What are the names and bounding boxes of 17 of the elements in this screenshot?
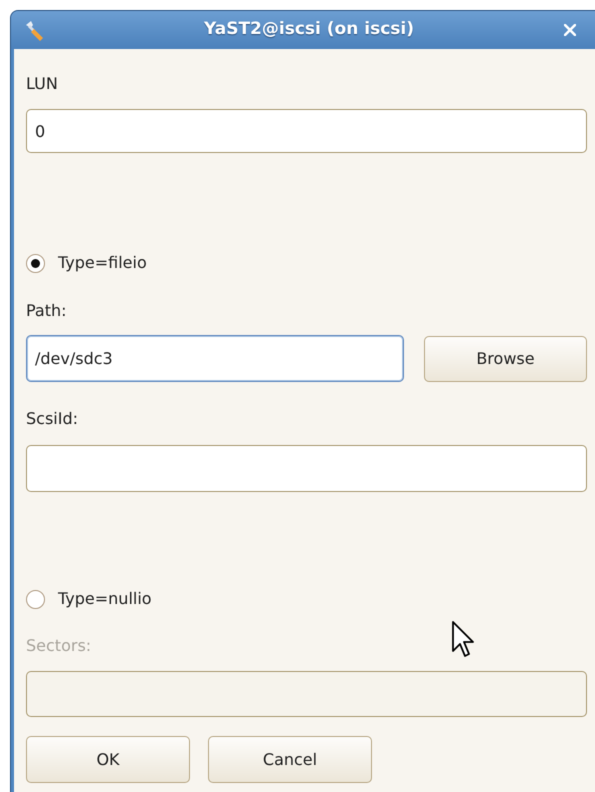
- radio-label[interactable]: Type=nullio: [58, 589, 152, 609]
- radio-button[interactable]: [26, 254, 45, 272]
- input-field[interactable]: [26, 445, 587, 492]
- dialog-button[interactable]: OK: [26, 736, 190, 783]
- radio-label[interactable]: Type=fileio: [58, 253, 147, 273]
- window-title: YaST2@iscsi (on iscsi): [204, 18, 414, 42]
- close-icon[interactable]: [564, 24, 576, 36]
- mouse-pointer-icon: [452, 621, 474, 657]
- dialog-button[interactable]: Cancel: [208, 736, 372, 783]
- field-label: Path:: [26, 301, 67, 321]
- input-field[interactable]: /dev/sdc3: [26, 335, 404, 382]
- input-field[interactable]: 0: [26, 109, 587, 153]
- dialog-button[interactable]: Browse: [424, 336, 587, 382]
- field-label: ScsiId:: [26, 409, 78, 429]
- field-label: Sectors:: [26, 636, 92, 656]
- field-label: LUN: [26, 74, 58, 94]
- radio-button[interactable]: [26, 590, 45, 608]
